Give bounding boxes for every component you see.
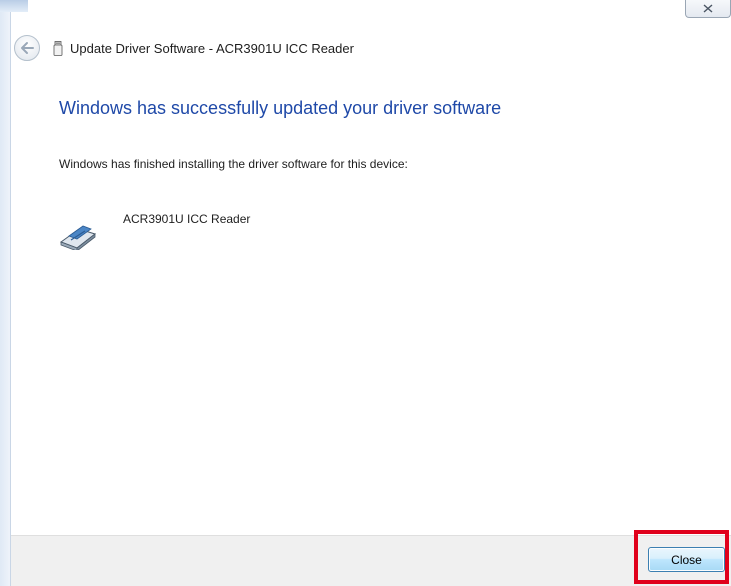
dialog-header: Update Driver Software - ACR3901U ICC Re… bbox=[14, 34, 354, 62]
close-button[interactable]: Close bbox=[648, 547, 725, 572]
card-reader-icon bbox=[59, 225, 97, 250]
window-frame-edge bbox=[0, 0, 28, 586]
back-arrow-icon bbox=[21, 42, 34, 54]
usb-device-icon bbox=[52, 40, 64, 56]
installed-device: ACR3901U ICC Reader bbox=[57, 210, 357, 260]
device-name: ACR3901U ICC Reader bbox=[123, 212, 251, 226]
update-driver-window: Update Driver Software - ACR3901U ICC Re… bbox=[0, 0, 731, 586]
close-icon bbox=[703, 4, 713, 13]
status-message: Windows has finished installing the driv… bbox=[59, 157, 408, 171]
window-title: Update Driver Software - ACR3901U ICC Re… bbox=[70, 40, 354, 56]
page-title: Windows has successfully updated your dr… bbox=[59, 98, 502, 118]
dialog-content: Windows has successfully updated your dr… bbox=[11, 70, 731, 535]
window-close-button[interactable] bbox=[685, 0, 731, 18]
dialog-footer bbox=[11, 535, 731, 586]
back-button[interactable] bbox=[14, 35, 40, 61]
